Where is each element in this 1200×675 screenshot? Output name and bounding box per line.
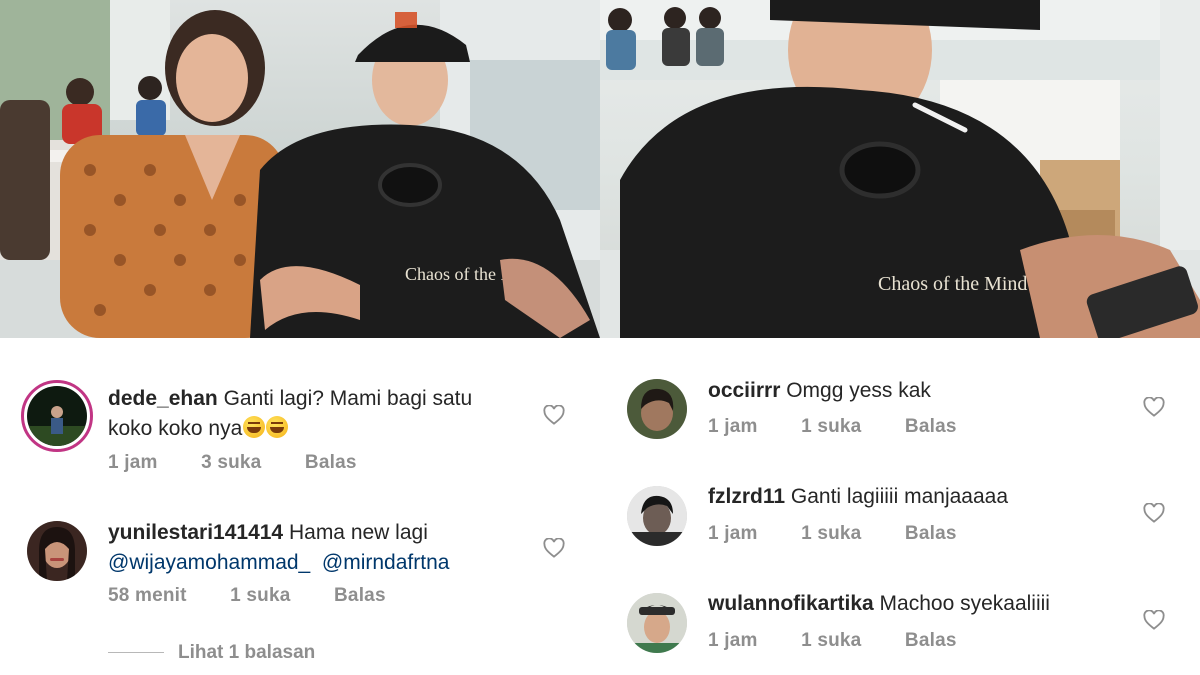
comment-username[interactable]: fzlzrd11 xyxy=(708,485,785,508)
heart-outline-icon[interactable] xyxy=(1143,503,1165,523)
heart-outline-icon[interactable] xyxy=(543,538,565,558)
photo-left-scene: Chaos of the Mind xyxy=(0,0,600,338)
replies-divider xyxy=(108,652,164,654)
avatar[interactable] xyxy=(627,379,687,439)
mention-link[interactable]: @mirndafrtna xyxy=(322,551,450,574)
avatar-image xyxy=(627,593,687,653)
comment-body: dede_ehan Ganti lagi? Mami bagi satu kok… xyxy=(108,384,528,444)
comment-body: wulannofikartika Machoo syekaaliiii xyxy=(708,589,1168,619)
avatar-image xyxy=(27,386,87,446)
avatar-image xyxy=(627,486,687,546)
comment-time: 1 jam xyxy=(708,416,758,437)
comment-likes[interactable]: 1 suka xyxy=(230,585,290,607)
view-replies-button[interactable]: Lihat 1 balasan xyxy=(108,642,315,664)
avatar[interactable] xyxy=(21,380,93,452)
comment-likes[interactable]: 3 suka xyxy=(201,452,261,474)
comment-likes[interactable]: 1 suka xyxy=(801,416,861,438)
avatar-image xyxy=(27,521,87,581)
reply-button[interactable]: Balas xyxy=(905,523,957,545)
avatar[interactable] xyxy=(627,593,687,653)
laughing-emoji-icon xyxy=(243,416,266,438)
heart-outline-icon[interactable] xyxy=(1143,397,1165,417)
reply-button[interactable]: Balas xyxy=(334,585,386,607)
comment-time: 1 jam xyxy=(708,630,758,651)
photo-right-scene: Chaos of the Mind xyxy=(600,0,1200,338)
comment-meta: 1 jam 3 suka Balas xyxy=(108,452,395,474)
comment-text-line1: Hama new lagi xyxy=(288,521,428,544)
photo-left: Chaos of the Mind xyxy=(0,0,600,338)
heart-outline-icon[interactable] xyxy=(543,405,565,425)
comment-time: 1 jam xyxy=(708,523,758,544)
view-replies-label: Lihat 1 balasan xyxy=(178,642,316,663)
comment-username[interactable]: dede_ehan xyxy=(108,387,218,410)
comment-text-line2: koko koko nya xyxy=(108,417,243,440)
comment-text: Omgg yess kak xyxy=(786,379,931,402)
reply-button[interactable]: Balas xyxy=(905,416,957,438)
comment-username[interactable]: yunilestari141414 xyxy=(108,521,283,544)
avatar[interactable] xyxy=(627,486,687,546)
comment-text: Machoo syekaaliiii xyxy=(879,592,1050,615)
comments-right: occiirrr Omgg yess kak 1 jam 1 suka Bala… xyxy=(600,338,1200,675)
comment-likes[interactable]: 1 suka xyxy=(801,630,861,652)
comment-text: Ganti lagiiiii manjaaaaa xyxy=(790,485,1009,508)
photo-right: Chaos of the Mind xyxy=(600,0,1200,338)
comment-meta: 58 menit 1 suka Balas xyxy=(108,585,424,607)
avatar-image xyxy=(627,379,687,439)
laughing-emoji-icon xyxy=(266,416,289,438)
comment-username[interactable]: occiirrr xyxy=(708,379,780,402)
avatar[interactable] xyxy=(27,521,87,581)
comment-meta: 1 jam 1 suka Balas xyxy=(708,630,995,652)
comment-meta: 1 jam 1 suka Balas xyxy=(708,416,995,438)
comment-text-line1: Ganti lagi? Mami bagi satu xyxy=(223,387,473,410)
heart-outline-icon[interactable] xyxy=(1143,610,1165,630)
right-shirt-print: Chaos of the Mind xyxy=(878,273,1027,295)
comment-likes[interactable]: 1 suka xyxy=(801,523,861,545)
comment-time: 1 jam xyxy=(108,452,158,473)
comment-time: 58 menit xyxy=(108,585,187,606)
comment-body: yunilestari141414 Hama new lagi @wijayam… xyxy=(108,518,548,578)
comment-body: occiirrr Omgg yess kak xyxy=(708,376,1148,406)
comment-meta: 1 jam 1 suka Balas xyxy=(708,523,995,545)
mention-link[interactable]: @wijayamohammad_ xyxy=(108,551,310,574)
comment-body: fzlzrd11 Ganti lagiiiii manjaaaaa xyxy=(708,482,1148,512)
reply-button[interactable]: Balas xyxy=(305,452,357,474)
comment-username[interactable]: wulannofikartika xyxy=(708,592,874,615)
reply-button[interactable]: Balas xyxy=(905,630,957,652)
comments-left: dede_ehan Ganti lagi? Mami bagi satu kok… xyxy=(0,338,600,675)
